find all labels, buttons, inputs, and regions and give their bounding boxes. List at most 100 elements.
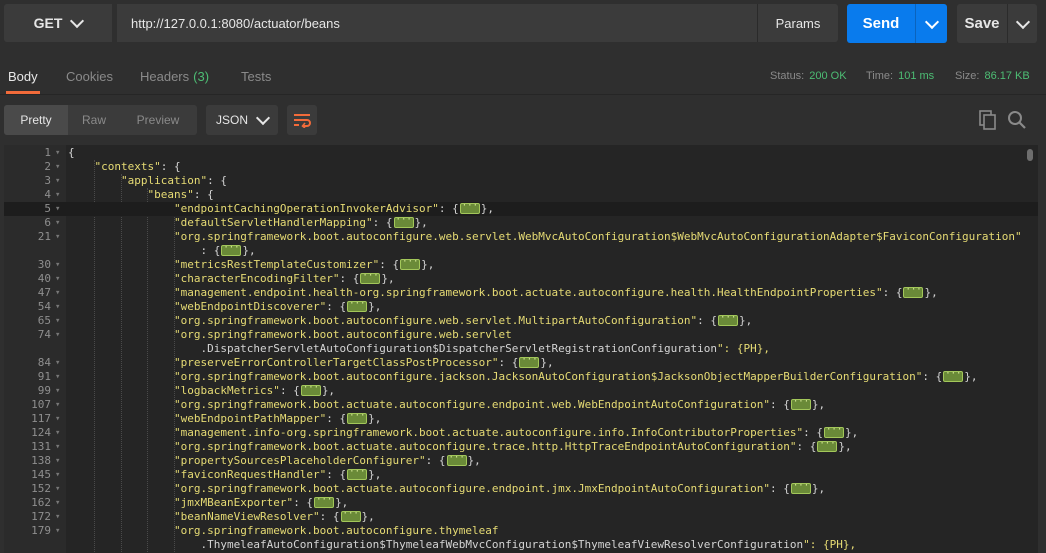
fold-arrow-icon[interactable]: ▾ — [55, 370, 65, 384]
fold-arrow-icon[interactable]: ▾ — [55, 384, 65, 398]
format-preview-button[interactable]: Preview — [120, 105, 196, 135]
send-button[interactable]: Send — [847, 4, 915, 43]
collapsed-placeholder-icon[interactable] — [314, 493, 335, 508]
collapsed-placeholder-icon[interactable] — [347, 297, 368, 312]
code-text: "jmxMBeanExporter": {}, — [68, 493, 348, 510]
tab-body[interactable]: Body — [6, 58, 40, 94]
params-button[interactable]: Params — [757, 4, 838, 42]
fold-arrow-icon[interactable]: ▾ — [55, 510, 65, 524]
tab-label: Tests — [241, 68, 272, 84]
fold-arrow-icon[interactable]: ▾ — [55, 188, 65, 202]
send-dropdown-button[interactable] — [915, 4, 948, 43]
fold-arrow-icon[interactable]: ▾ — [55, 398, 65, 412]
fold-arrow-icon[interactable]: ▾ — [55, 286, 65, 300]
collapsed-placeholder-icon[interactable] — [400, 255, 421, 270]
line-number: 40 — [37, 272, 51, 285]
response-body-editor[interactable]: 1 ▾{2 ▾ "contexts": {3 ▾ "application": {4 ▾… — [4, 145, 1038, 553]
code-text: "webEndpointPathMapper": {}, — [68, 409, 381, 426]
collapsed-placeholder-icon[interactable] — [817, 437, 838, 452]
line-number: 107 — [31, 398, 51, 411]
tab-headers[interactable]: Headers (3) — [140, 58, 209, 94]
line-number: 1 — [44, 146, 51, 159]
fold-arrow-icon[interactable]: ▾ — [55, 468, 65, 482]
fold-arrow-icon[interactable]: ▾ — [55, 160, 65, 174]
collapsed-placeholder-icon[interactable] — [519, 353, 540, 368]
fold-arrow-icon[interactable]: ▾ — [55, 146, 65, 160]
code-line: 1 ▾{ — [4, 146, 1038, 160]
line-number: 65 — [37, 314, 51, 327]
collapsed-placeholder-icon[interactable] — [718, 311, 739, 326]
collapsed-placeholder-icon[interactable] — [943, 367, 964, 382]
code-line: 21 ▾ "org.springframework.boot.autoconfig… — [4, 230, 1038, 244]
language-select[interactable]: JSON — [206, 105, 278, 135]
code-text: "application": { — [120, 174, 227, 187]
collapsed-placeholder-icon[interactable] — [221, 241, 242, 256]
fold-arrow-icon[interactable]: ▾ — [55, 202, 65, 216]
fold-arrow-icon[interactable]: ▾ — [55, 356, 65, 370]
tab-cookies[interactable]: Cookies — [66, 58, 113, 94]
code-line: 117 ▾ "webEndpointPathMapper": {}, — [4, 409, 1038, 426]
code-text: "characterEncodingFilter": {}, — [68, 269, 395, 286]
vertical-scrollbar[interactable] — [1027, 149, 1033, 549]
fold-arrow-icon[interactable]: ▾ — [55, 496, 65, 510]
collapsed-placeholder-icon[interactable] — [790, 479, 811, 494]
collapsed-placeholder-icon[interactable] — [360, 269, 381, 284]
code-text: "faviconRequestHandler": {}, — [68, 465, 381, 482]
format-pretty-button[interactable]: Pretty — [4, 105, 68, 135]
fold-arrow-icon[interactable]: ▾ — [55, 230, 65, 244]
fold-arrow-icon[interactable]: ▾ — [55, 440, 65, 454]
code-text: "webEndpointDiscoverer": {}, — [68, 297, 381, 314]
response-tabs: Body Cookies Headers (3) Tests Status: 2… — [0, 58, 1046, 95]
wrap-lines-button[interactable] — [287, 105, 317, 135]
line-number: 91 — [37, 370, 51, 383]
fold-arrow-icon[interactable]: ▾ — [55, 258, 65, 272]
search-icon[interactable] — [1007, 110, 1027, 130]
fold-arrow-icon[interactable]: ▾ — [55, 426, 65, 440]
url-input[interactable]: http://127.0.0.1:8080/actuator/beans — [117, 4, 757, 42]
collapsed-placeholder-icon[interactable] — [347, 465, 368, 480]
status-label: Status: — [770, 70, 805, 82]
line-number: 117 — [31, 412, 51, 425]
request-bar: GET http://127.0.0.1:8080/actuator/beans… — [0, 0, 1046, 47]
collapsed-placeholder-icon[interactable] — [300, 381, 321, 396]
line-number: 6 — [44, 216, 51, 229]
code-text: "propertySourcesPlaceholderConfigurer": … — [68, 451, 481, 468]
code-line: 6 ▾ "defaultServletHandlerMapping": {}, — [4, 213, 1038, 230]
fold-arrow-icon[interactable]: ▾ — [55, 454, 65, 468]
size-value: 86.17 KB — [984, 70, 1030, 82]
fold-arrow-icon[interactable]: ▾ — [55, 216, 65, 230]
method-select[interactable]: GET — [4, 4, 112, 42]
fold-arrow-icon[interactable]: ▾ — [55, 174, 65, 188]
tab-tests[interactable]: Tests — [241, 58, 271, 94]
fold-arrow-icon[interactable]: ▾ — [55, 272, 65, 286]
fold-arrow-icon[interactable]: ▾ — [55, 482, 65, 496]
tab-label: Headers — [140, 68, 190, 84]
code-line: 145 ▾ "faviconRequestHandler": {}, — [4, 465, 1038, 482]
copy-icon[interactable] — [979, 110, 997, 130]
fold-arrow-icon[interactable]: ▾ — [55, 524, 65, 538]
collapsed-placeholder-icon[interactable] — [393, 213, 414, 228]
code-line: 91 ▾ "org.springframework.boot.autoconfig… — [4, 367, 1038, 384]
collapsed-placeholder-icon[interactable] — [903, 283, 924, 298]
code-text: "management.endpoint.health-org.springfr… — [68, 283, 938, 300]
size-label: Size: — [955, 70, 980, 82]
collapsed-placeholder-icon[interactable] — [446, 451, 467, 466]
params-label: Params — [775, 15, 821, 31]
scrollbar-thumb[interactable] — [1027, 149, 1033, 161]
collapsed-placeholder-icon[interactable] — [790, 395, 811, 410]
format-raw-button[interactable]: Raw — [68, 105, 120, 135]
collapsed-placeholder-icon[interactable] — [340, 507, 361, 522]
fold-arrow-icon[interactable]: ▾ — [55, 328, 65, 342]
code-line: 162 ▾ "jmxMBeanExporter": {}, — [4, 493, 1038, 510]
fold-arrow-icon[interactable]: ▾ — [55, 412, 65, 426]
save-dropdown-button[interactable] — [1007, 4, 1038, 43]
size-info: Size: 86.17 KB — [955, 58, 1030, 94]
code-text: "contexts": { — [94, 160, 181, 173]
collapsed-placeholder-icon[interactable] — [459, 199, 480, 214]
collapsed-placeholder-icon[interactable] — [347, 409, 368, 424]
save-button[interactable]: Save — [957, 4, 1007, 43]
code-line: 138 ▾ "propertySourcesPlaceholderConfigur… — [4, 451, 1038, 468]
fold-arrow-icon[interactable]: ▾ — [55, 300, 65, 314]
fold-arrow-icon[interactable]: ▾ — [55, 314, 65, 328]
code-line: 30 ▾ "metricsRestTemplateCustomizer": {}, — [4, 255, 1038, 272]
